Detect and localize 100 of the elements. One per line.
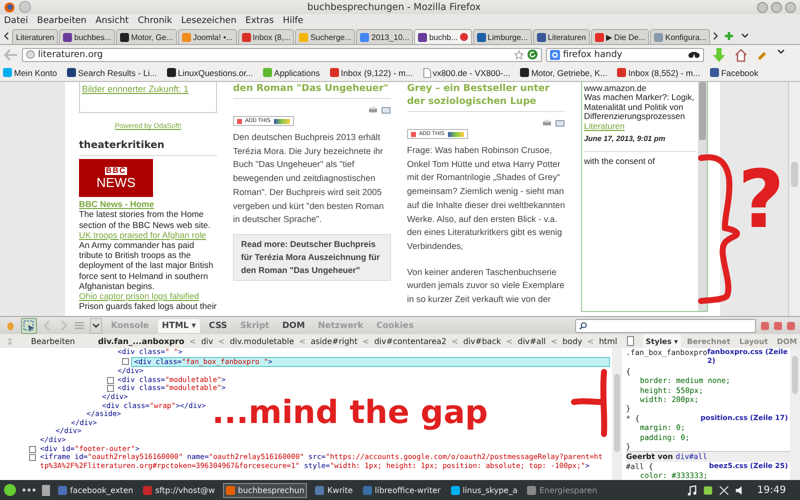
browser-tab[interactable]: Limburge... xyxy=(472,29,532,44)
bookmark-link[interactable]: Facebook xyxy=(710,68,758,78)
search-field[interactable]: firefox handy xyxy=(546,48,704,62)
menu-item[interactable]: Extras xyxy=(245,16,274,26)
browser-tab[interactable]: buchbes... xyxy=(59,29,116,44)
email-icon[interactable] xyxy=(381,106,391,114)
browser-tab[interactable]: Sucherge... xyxy=(295,29,356,44)
email-icon[interactable] xyxy=(555,119,565,127)
bookmark-link[interactable]: Inbox (8,552) - m... xyxy=(617,68,700,78)
inspect-button[interactable] xyxy=(21,318,37,334)
scribble-drawing xyxy=(570,368,610,438)
breadcrumb-item[interactable]: div#back xyxy=(463,336,501,346)
search-engine-icon[interactable] xyxy=(550,50,560,60)
panel-menu-button[interactable] xyxy=(90,318,102,334)
home-icon[interactable] xyxy=(734,48,748,62)
close-button[interactable] xyxy=(787,322,795,330)
star-icon[interactable] xyxy=(514,50,524,60)
browser-tab[interactable]: ▶ Die De... xyxy=(590,29,650,44)
search-field[interactable] xyxy=(575,318,756,332)
read-more-link[interactable]: Read more: Deutscher Buchpreis für Terézia Mora Auszeichnung für den Roman "Das Ungeheuer" xyxy=(233,234,391,281)
tab-list-icon[interactable] xyxy=(741,33,750,38)
browser-logo-icon xyxy=(4,2,15,12)
browser-tab[interactable]: Motor, Ge... xyxy=(116,29,177,44)
download-arrow-icon[interactable] xyxy=(712,48,726,62)
taskbar-item[interactable]: facebook_exten xyxy=(56,484,136,496)
chevron-left-icon[interactable] xyxy=(4,32,9,40)
more-dots-icon[interactable] xyxy=(22,488,36,492)
browser-tab[interactable]: Inbox (8,... xyxy=(238,29,294,44)
print-icon[interactable] xyxy=(368,106,378,114)
breadcrumb-separator: < xyxy=(550,336,558,346)
article-paragraph: Den deutschen Buchpreis 2013 erhält Terézia Mora. Die Jury bezeichnete ihr Buch "Das Ungeheuer" als "tief bewegenden und zeitdiagnostischen Roman". Der Buchpreis wird seit 2005 vergeben und kürt "den besten Roman in deutscher Sprache". xyxy=(233,131,385,226)
breadcrumb-separator: < xyxy=(506,336,513,346)
bookmark-link[interactable]: Inbox (9,122) - m... xyxy=(330,68,413,78)
address-field[interactable]: literaturen.org xyxy=(22,48,542,62)
browser-tab[interactable]: Literaturen xyxy=(532,29,590,44)
menu-item[interactable]: Chronik xyxy=(138,16,172,26)
bookmark-link[interactable]: Motor, Getriebe, K... xyxy=(520,68,608,78)
music-note-icon[interactable] xyxy=(687,484,698,496)
edit-button[interactable]: Bearbeiten xyxy=(31,336,75,346)
taskbar-item[interactable]: sftp://vhost@w xyxy=(141,484,217,496)
bookmark-link[interactable]: Search Results - Li... xyxy=(67,68,157,78)
bookmark-link[interactable]: Mein Konto xyxy=(3,68,57,78)
taskbar-item[interactable]: libreoffice-writer xyxy=(360,484,443,496)
breadcrumb-item[interactable]: html xyxy=(598,336,618,346)
chevron-right-icon[interactable] xyxy=(713,32,718,40)
handwritten-question-mark: ? xyxy=(738,160,784,240)
close-tab-icon[interactable] xyxy=(460,33,468,41)
minimize-button[interactable] xyxy=(761,322,769,330)
article-heading: Grey – ein Bestseller unter der soziologischen Lupe xyxy=(407,82,565,112)
section-heading: theaterkritiken xyxy=(79,140,217,156)
menu-item[interactable]: Bearbeiten xyxy=(37,16,86,26)
breadcrumb-separator: < xyxy=(299,336,306,346)
list-icon[interactable] xyxy=(74,320,85,331)
devtools-tab[interactable]: HTML ▾ xyxy=(158,318,200,332)
devtools-tab[interactable]: DOM xyxy=(278,318,309,332)
handwritten-note: ...mind the gap xyxy=(212,396,488,428)
expand-arrows-icon[interactable] xyxy=(8,336,14,346)
expand-icon[interactable] xyxy=(122,358,129,365)
breadcrumb-item[interactable]: div.moduletable xyxy=(230,336,294,346)
start-menu-icon[interactable] xyxy=(4,484,16,496)
close-button[interactable] xyxy=(785,2,796,12)
breadcrumb-item[interactable]: body xyxy=(562,336,582,346)
menu-item[interactable]: Lesezeichen xyxy=(181,16,236,26)
browser-tab[interactable]: Joomla! •... xyxy=(178,29,237,44)
scrollbar[interactable] xyxy=(612,348,622,480)
menu-item[interactable]: Datei xyxy=(4,16,28,26)
breadcrumb-item[interactable]: div#contentarea2 xyxy=(374,336,447,346)
breadcrumb-item[interactable]: div xyxy=(201,336,214,346)
search-icon xyxy=(579,322,587,330)
desktop-icon[interactable] xyxy=(42,484,50,496)
reload-icon[interactable] xyxy=(527,49,538,60)
taskbar-item[interactable]: buchbesprechun xyxy=(222,482,308,498)
menu-caret-icon[interactable] xyxy=(777,49,785,54)
bookmark-link[interactable]: vx800.de - VX800-... xyxy=(422,68,510,78)
scrollbar[interactable] xyxy=(790,348,800,480)
panel-toggle-button[interactable] xyxy=(627,336,634,346)
menu-item[interactable]: Ansicht xyxy=(95,16,129,26)
browser-tab[interactable]: 2013_10... xyxy=(356,29,414,44)
print-icon[interactable] xyxy=(542,119,552,127)
breadcrumb-separator: < xyxy=(587,336,594,346)
browser-tab[interactable]: buchb... xyxy=(414,29,472,44)
menu-item[interactable]: Hilfe xyxy=(282,16,304,26)
maximize-button[interactable] xyxy=(771,2,782,12)
browser-tab[interactable]: Literaturen xyxy=(12,29,58,44)
browser-tab[interactable]: Konfigura... xyxy=(650,29,710,44)
breadcrumb-item[interactable]: div#all xyxy=(518,336,546,346)
taskbar-item[interactable]: Kwrite xyxy=(313,484,355,496)
devtools-tab[interactable]: CSS xyxy=(204,318,232,332)
new-tab-icon[interactable] xyxy=(724,31,734,41)
taskbar-item[interactable]: linus_skype_a xyxy=(448,484,520,496)
bookmark-link[interactable]: Applications xyxy=(263,68,320,78)
breadcrumb-item[interactable]: div.fan_...anboxpro xyxy=(98,336,184,346)
detach-button[interactable] xyxy=(774,322,782,330)
binoculars-icon[interactable] xyxy=(688,50,700,59)
scrollbar[interactable] xyxy=(788,82,800,316)
window-menu-button[interactable] xyxy=(19,1,31,13)
bookmark-link[interactable]: LinuxQuestions.or... xyxy=(166,68,254,78)
minimize-button[interactable] xyxy=(757,2,768,12)
scrollbar[interactable] xyxy=(698,82,707,311)
breadcrumb-item[interactable]: aside#right xyxy=(310,336,358,346)
